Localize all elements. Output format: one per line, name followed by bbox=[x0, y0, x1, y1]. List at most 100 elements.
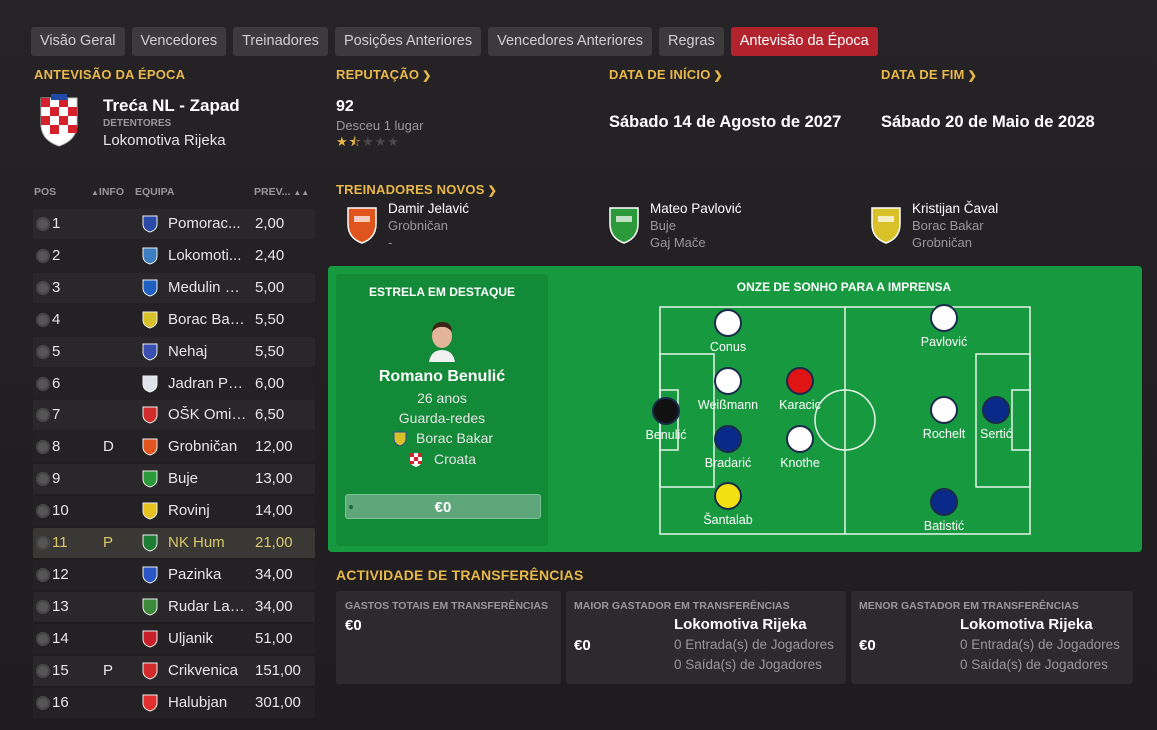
player-name[interactable]: Batistić bbox=[924, 519, 964, 533]
start-date-label[interactable]: DATA DE INÍCIO ❯ bbox=[609, 67, 723, 82]
table-row[interactable]: 11 P NK Hum 21,00 bbox=[33, 528, 315, 558]
featured-star-label: ESTRELA EM DESTAQUE bbox=[368, 285, 515, 299]
table-row[interactable]: 16 Halubjan 301,00 bbox=[33, 687, 315, 718]
row-team[interactable]: Rovinj bbox=[168, 502, 248, 519]
player-name[interactable]: Šantalab bbox=[703, 513, 752, 527]
table-row[interactable]: 10 Rovinj 14,00 bbox=[33, 496, 315, 527]
player-name[interactable]: Karacic bbox=[779, 398, 821, 412]
table-row[interactable]: 5 Nehaj 5,50 bbox=[33, 336, 315, 367]
manager-previous-club[interactable]: - bbox=[388, 235, 392, 250]
club-badge-icon bbox=[141, 502, 159, 520]
table-row[interactable]: 8 D Grobničan 12,00 bbox=[33, 432, 315, 463]
table-row[interactable]: 15 P Crikvenica 151,00 bbox=[33, 655, 315, 686]
player-marker[interactable] bbox=[786, 367, 814, 395]
table-row[interactable]: 6 Jadran Po... 6,00 bbox=[33, 368, 315, 399]
player-marker[interactable] bbox=[714, 367, 742, 395]
row-team[interactable]: NK Hum bbox=[168, 534, 248, 551]
col-team[interactable]: EQUIPA bbox=[135, 186, 174, 198]
star-club[interactable]: Borac Bakar bbox=[416, 430, 493, 446]
club-badge-icon bbox=[141, 375, 159, 393]
row-team[interactable]: Crikvenica bbox=[168, 662, 248, 679]
player-name[interactable]: Conus bbox=[710, 340, 746, 354]
row-team[interactable]: Jadran Po... bbox=[168, 375, 248, 392]
row-indicator-icon bbox=[36, 599, 50, 614]
tab-winners[interactable]: Vencedores bbox=[131, 27, 227, 56]
end-date-label[interactable]: DATA DE FIM ❯ bbox=[881, 67, 977, 82]
holders-name[interactable]: Lokomotiva Rijeka bbox=[103, 132, 226, 149]
player-name[interactable]: Sertić bbox=[980, 427, 1012, 441]
reputation-label[interactable]: REPUTAÇÃO ❯ bbox=[336, 67, 432, 82]
player-marker[interactable] bbox=[714, 425, 742, 453]
row-team[interactable]: Rudar Labin bbox=[168, 598, 248, 615]
row-team[interactable]: Grobničan bbox=[168, 438, 248, 455]
row-pos: 5 bbox=[52, 342, 61, 360]
row-team[interactable]: Nehaj bbox=[168, 343, 248, 360]
player-marker[interactable] bbox=[714, 482, 742, 510]
row-team[interactable]: Uljanik bbox=[168, 630, 248, 647]
row-team[interactable]: Halubjan bbox=[168, 694, 248, 711]
tab-rules[interactable]: Regras bbox=[659, 27, 724, 56]
player-name[interactable]: Pavlović bbox=[921, 335, 968, 349]
manager-previous-club[interactable]: Grobničan bbox=[912, 235, 972, 250]
min-spender-club[interactable]: Lokomotiva Rijeka bbox=[960, 616, 1093, 633]
row-team[interactable]: OŠK Omišalj bbox=[168, 406, 248, 423]
row-team[interactable]: Lokomoti... bbox=[168, 247, 248, 264]
star-name[interactable]: Romano Benulić bbox=[336, 368, 548, 386]
player-marker[interactable] bbox=[714, 309, 742, 337]
row-indicator-icon bbox=[36, 567, 50, 582]
table-row[interactable]: 14 Uljanik 51,00 bbox=[33, 623, 315, 654]
table-row[interactable]: 9 Buje 13,00 bbox=[33, 464, 315, 495]
player-name[interactable]: Benulić bbox=[646, 428, 687, 442]
manager-name[interactable]: Damir Jelavić bbox=[388, 201, 469, 216]
manager-name[interactable]: Kristijan Čaval bbox=[912, 201, 998, 216]
table-row[interactable]: 1 Pomorac... 2,00 bbox=[33, 209, 315, 239]
start-date-label-text: DATA DE INÍCIO bbox=[609, 67, 711, 82]
tab-season-preview[interactable]: Antevisão da Época bbox=[730, 27, 878, 56]
player-marker[interactable] bbox=[786, 425, 814, 453]
player-name[interactable]: Weißmann bbox=[698, 398, 758, 412]
manager-club[interactable]: Borac Bakar bbox=[912, 218, 984, 233]
row-pos: 13 bbox=[52, 597, 69, 615]
row-team[interactable]: Pazinka bbox=[168, 566, 248, 583]
manager-name[interactable]: Mateo Pavlović bbox=[650, 201, 742, 216]
col-odds[interactable]: PREV... ▲▲ bbox=[254, 186, 309, 198]
tab-past-winners[interactable]: Vencedores Anteriores bbox=[488, 27, 652, 56]
player-marker[interactable] bbox=[652, 397, 680, 425]
player-name[interactable]: Knothe bbox=[780, 456, 820, 470]
col-info[interactable]: ▲INFO bbox=[91, 186, 124, 198]
player-name[interactable]: Rochelt bbox=[923, 427, 965, 441]
row-indicator-icon bbox=[36, 472, 50, 487]
table-row[interactable]: 4 Borac Bakar 5,50 bbox=[33, 304, 315, 335]
row-team[interactable]: Pomorac... bbox=[168, 215, 248, 232]
max-spender-club[interactable]: Lokomotiva Rijeka bbox=[674, 616, 807, 633]
manager-club[interactable]: Grobničan bbox=[388, 218, 448, 233]
player-name[interactable]: Bradarić bbox=[705, 456, 752, 470]
table-row[interactable]: 3 Medulin 19... 5,00 bbox=[33, 272, 315, 303]
col-pos[interactable]: POS bbox=[34, 186, 56, 198]
manager-club[interactable]: Buje bbox=[650, 218, 676, 233]
manager-previous-club[interactable]: Gaj Mače bbox=[650, 235, 706, 250]
player-marker[interactable] bbox=[930, 488, 958, 516]
table-row[interactable]: 12 Pazinka 34,00 bbox=[33, 559, 315, 590]
player-marker[interactable] bbox=[930, 396, 958, 424]
tab-overview[interactable]: Visão Geral bbox=[31, 27, 125, 56]
row-team[interactable]: Buje bbox=[168, 470, 248, 487]
reputation-label-text: REPUTAÇÃO bbox=[336, 67, 420, 82]
row-team[interactable]: Borac Bakar bbox=[168, 311, 248, 328]
player-face-icon[interactable] bbox=[427, 320, 457, 362]
new-managers-label[interactable]: TREINADORES NOVOS ❯ bbox=[336, 182, 497, 197]
star-nation[interactable]: Croata bbox=[434, 451, 476, 467]
row-info: P bbox=[103, 534, 114, 551]
tab-managers[interactable]: Treinadores bbox=[233, 27, 328, 56]
club-badge-icon bbox=[141, 630, 159, 648]
table-row[interactable]: 7 OŠK Omišalj 6,50 bbox=[33, 400, 315, 431]
row-pos: 6 bbox=[52, 374, 61, 392]
row-team[interactable]: Medulin 19... bbox=[168, 279, 248, 296]
player-marker[interactable] bbox=[930, 304, 958, 332]
tab-past-positions[interactable]: Posições Anteriores bbox=[334, 27, 482, 56]
player-marker[interactable] bbox=[982, 396, 1010, 424]
table-row[interactable]: 2 Lokomoti... 2,40 bbox=[33, 240, 315, 271]
club-badge-icon bbox=[141, 247, 159, 265]
star-value: €0 bbox=[434, 499, 452, 516]
table-row[interactable]: 13 Rudar Labin 34,00 bbox=[33, 591, 315, 622]
